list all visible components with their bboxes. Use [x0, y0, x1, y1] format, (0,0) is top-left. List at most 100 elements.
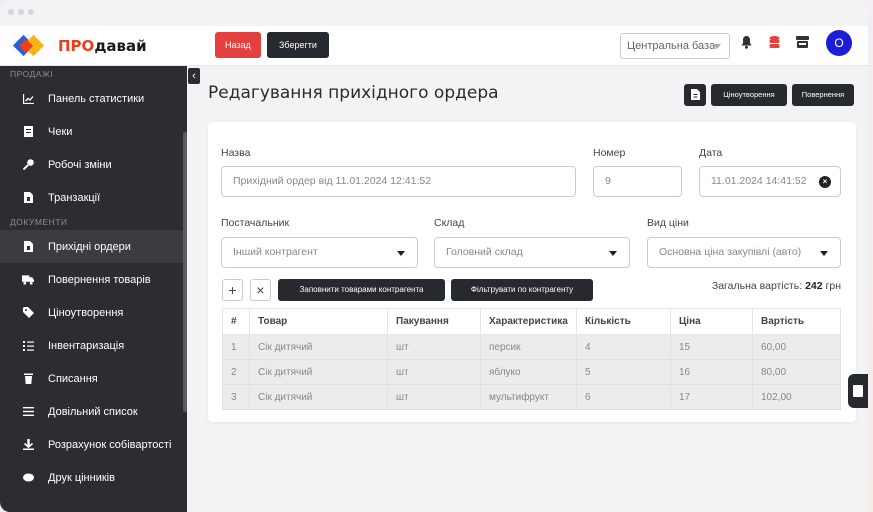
table-cell[interactable]: шт: [387, 334, 481, 360]
add-row-button[interactable]: +: [222, 279, 243, 301]
sidebar-item-incoming-orders[interactable]: Прихідні ордери: [0, 230, 187, 263]
sidebar-item-cost-calculation[interactable]: Розрахунок собівартості: [0, 428, 187, 461]
collapse-sidebar-button[interactable]: ‹: [188, 68, 200, 84]
fill-by-supplier-button[interactable]: Заповнити товарами контрагента: [278, 279, 445, 301]
number-input[interactable]: 9: [593, 166, 682, 197]
sidebar-item-label: Чеки: [48, 125, 73, 138]
total-label: Загальна вартість:: [711, 280, 803, 292]
table-cell[interactable]: 16: [670, 359, 753, 385]
database-select[interactable]: Центральна база: [620, 33, 730, 59]
bell-icon[interactable]: [741, 36, 752, 49]
filter-by-supplier-button[interactable]: Фільтрувати по контрагенту: [451, 279, 593, 301]
name-input[interactable]: Прихідний ордер від 11.01.2024 12:41:52: [221, 166, 576, 197]
export-button[interactable]: [684, 84, 706, 106]
table-cell[interactable]: 5: [576, 359, 671, 385]
key-icon: [22, 159, 34, 171]
price-type-value: Основна ціна закупівлі (авто): [659, 246, 802, 258]
date-value: 11.01.2024 14:41:52: [711, 175, 807, 187]
sidebar: ПРОДАЖІ Панель статистики Чеки Робочі зм…: [0, 66, 187, 512]
number-label: Номер: [593, 147, 626, 159]
window-dot[interactable]: [28, 9, 34, 15]
supplier-label: Постачальник: [221, 217, 290, 229]
sidebar-item-inventory[interactable]: Інвентаризація: [0, 329, 187, 362]
price-type-label: Вид ціни: [647, 217, 689, 229]
table-cell: 2: [222, 359, 250, 385]
list-icon: [22, 340, 34, 352]
calculate-icon: [22, 439, 34, 451]
sidebar-item-label: Ціноутворення: [48, 306, 124, 319]
window-dot[interactable]: [18, 9, 24, 15]
table-cell[interactable]: 17: [670, 384, 753, 410]
file-icon: [22, 241, 34, 253]
table-cell[interactable]: шт: [387, 384, 481, 410]
table-cell[interactable]: Сік дитячий: [249, 359, 388, 385]
table-row[interactable]: 3 Сік дитячий шт мультифрукт 6 17 102,00: [222, 384, 841, 410]
chevron-down-icon: [713, 44, 721, 49]
column-header[interactable]: #: [222, 308, 250, 335]
sidebar-item-writeoff[interactable]: Списання: [0, 362, 187, 395]
window-dot[interactable]: [8, 9, 14, 15]
sidebar-item-label: Панель статистики: [48, 92, 145, 105]
table-cell[interactable]: 4: [576, 334, 671, 360]
sidebar-item-returns[interactable]: Повернення товарів: [0, 263, 187, 296]
table-cell[interactable]: 6: [576, 384, 671, 410]
window-controls: [8, 9, 34, 15]
table-cell[interactable]: яблуко: [480, 359, 577, 385]
table-row[interactable]: 1 Сік дитячий шт персик 4 15 60,00: [222, 334, 841, 360]
name-label: Назва: [221, 147, 251, 159]
table-cell[interactable]: Сік дитячий: [249, 384, 388, 410]
total-value: 242: [805, 280, 823, 292]
column-header[interactable]: Товар: [249, 308, 388, 335]
sidebar-item-shifts[interactable]: Робочі зміни: [0, 148, 187, 181]
sidebar-item-label: Інвентаризація: [48, 339, 125, 352]
column-header[interactable]: Пакування: [387, 308, 481, 335]
column-header[interactable]: Ціна: [670, 308, 753, 335]
sidebar-section-sales: ПРОДАЖІ: [10, 69, 54, 79]
table-header-row: # Товар Пакування Характеристика Кількіс…: [222, 308, 841, 335]
table-cell[interactable]: мультифрукт: [480, 384, 577, 410]
sidebar-item-label: Прихідні ордери: [48, 240, 131, 253]
logo-icon: [12, 34, 54, 57]
supplier-select[interactable]: Інший контрагент: [221, 237, 418, 268]
table-cell[interactable]: Сік дитячий: [249, 334, 388, 360]
sidebar-item-transactions[interactable]: Транзакції: [0, 181, 187, 214]
document-side-button[interactable]: [848, 374, 868, 408]
table-cell[interactable]: персик: [480, 334, 577, 360]
store-icon[interactable]: [796, 36, 809, 48]
page-title: Редагування прихідного ордера: [208, 83, 499, 103]
logo[interactable]: ПРОдавай: [12, 34, 147, 57]
sidebar-item-label: Друк цінників: [48, 471, 115, 484]
database-icon[interactable]: [769, 36, 780, 49]
avatar[interactable]: О: [826, 30, 852, 56]
column-header[interactable]: Вартість: [752, 308, 841, 335]
receipt-icon: [22, 126, 34, 138]
table-row[interactable]: 2 Сік дитячий шт яблуко 5 16 80,00: [222, 359, 841, 385]
table-cell[interactable]: 15: [670, 334, 753, 360]
warehouse-select[interactable]: Головний склад: [434, 237, 630, 268]
remove-row-button[interactable]: ×: [250, 279, 271, 301]
sidebar-item-custom-list[interactable]: Довільний список: [0, 395, 187, 428]
table-cell[interactable]: шт: [387, 359, 481, 385]
tag-icon: [22, 307, 34, 319]
column-header[interactable]: Характеристика: [480, 308, 577, 335]
sidebar-item-statistics[interactable]: Панель статистики: [0, 82, 187, 115]
database-select-value: Центральна база: [627, 40, 716, 52]
sidebar-scrollbar[interactable]: [183, 132, 187, 412]
price-type-select[interactable]: Основна ціна закупівлі (авто): [647, 237, 841, 268]
column-header[interactable]: Кількість: [576, 308, 671, 335]
save-button[interactable]: Зберегти: [267, 32, 329, 58]
sidebar-item-price-tags[interactable]: Друк цінників: [0, 461, 187, 494]
total-cost: Загальна вартість: 242 грн: [712, 280, 841, 292]
date-input[interactable]: 11.01.2024 14:41:52 ×: [699, 166, 841, 197]
sidebar-item-label: Розрахунок собівартості: [48, 438, 172, 451]
chevron-down-icon: [397, 251, 405, 256]
pricing-button[interactable]: Ціноутворення: [711, 84, 787, 106]
table-cell: 80,00: [752, 359, 841, 385]
back-button[interactable]: Назад: [215, 32, 261, 58]
return-button[interactable]: Повернення: [792, 84, 854, 106]
chevron-left-icon: ‹: [192, 70, 196, 82]
sidebar-item-receipts[interactable]: Чеки: [0, 115, 187, 148]
table-cell: 102,00: [752, 384, 841, 410]
clear-icon[interactable]: ×: [819, 176, 831, 188]
sidebar-item-pricing[interactable]: Ціноутворення: [0, 296, 187, 329]
